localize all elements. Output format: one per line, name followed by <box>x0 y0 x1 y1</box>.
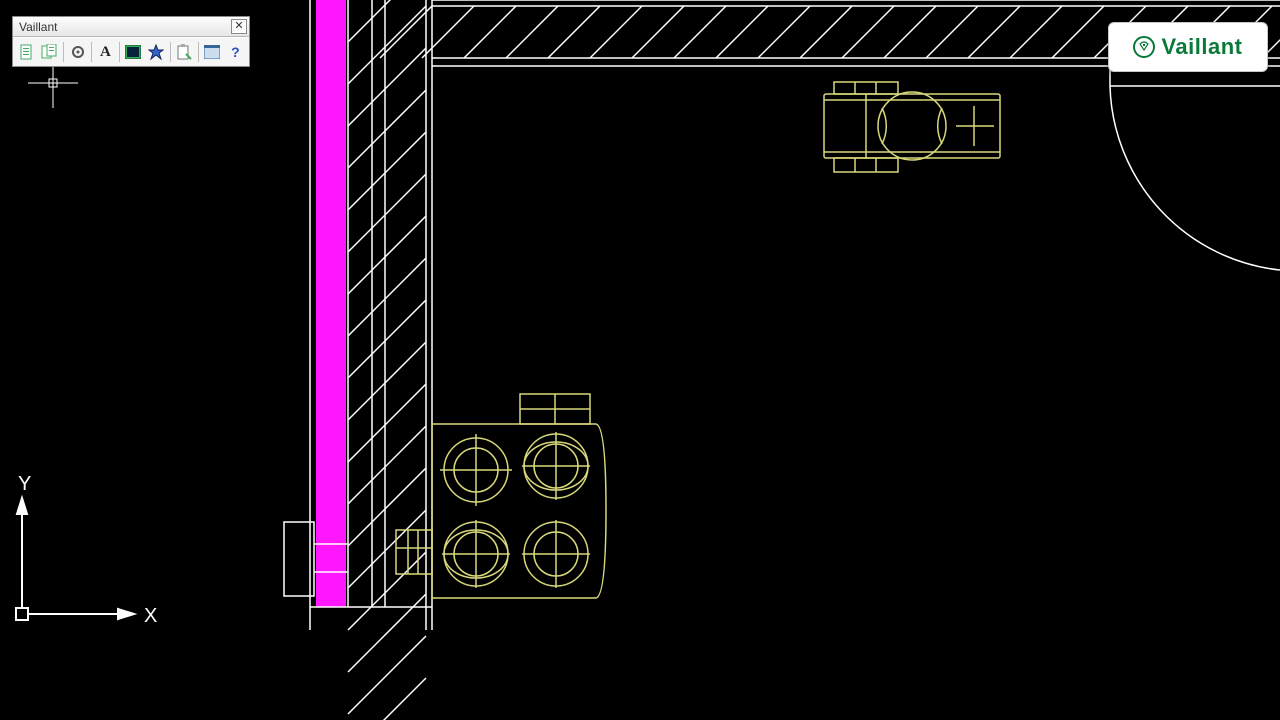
vaillant-toolbar[interactable]: Vaillant ✕ A <box>12 16 250 67</box>
text-icon: A <box>100 44 111 61</box>
star-tool-icon <box>148 44 164 60</box>
cad-drawing <box>0 0 1280 720</box>
port-bottom-right <box>522 520 590 588</box>
pages-icon <box>41 44 59 60</box>
manifold-bottom <box>396 394 606 598</box>
insulation-band <box>316 0 346 607</box>
window-icon <box>204 45 220 59</box>
tool-gear[interactable] <box>66 40 89 64</box>
toolbar-titlebar[interactable]: Vaillant ✕ <box>13 17 249 37</box>
gear-icon <box>70 44 86 60</box>
tool-help[interactable]: ? <box>224 40 247 64</box>
brand-logo-text: Vaillant <box>1161 34 1242 60</box>
tool-window[interactable] <box>201 40 224 64</box>
port-top-left <box>440 434 512 506</box>
door-arc <box>1110 66 1280 270</box>
tool-page[interactable] <box>15 40 38 64</box>
port-top-right <box>522 432 590 500</box>
image-icon <box>125 45 141 59</box>
cad-canvas[interactable]: Y X <box>0 0 1280 720</box>
tool-text[interactable]: A <box>94 40 117 64</box>
component-top <box>824 82 1000 172</box>
hatch-wall <box>348 0 426 720</box>
page-icon <box>19 44 35 60</box>
brand-logo-icon <box>1133 36 1155 58</box>
clipboard-icon <box>176 44 192 60</box>
port-bottom-left <box>442 520 510 588</box>
close-icon: ✕ <box>234 21 243 32</box>
tool-image[interactable] <box>122 40 145 64</box>
close-button[interactable]: ✕ <box>231 19 247 34</box>
brand-badge: Vaillant <box>1108 22 1268 72</box>
toolbar-buttons: A ? <box>13 37 249 66</box>
toolbar-title: Vaillant <box>19 20 231 34</box>
tool-star[interactable] <box>145 40 168 64</box>
tool-pages[interactable] <box>38 40 61 64</box>
tool-clipboard[interactable] <box>173 40 196 64</box>
help-icon: ? <box>231 44 240 60</box>
